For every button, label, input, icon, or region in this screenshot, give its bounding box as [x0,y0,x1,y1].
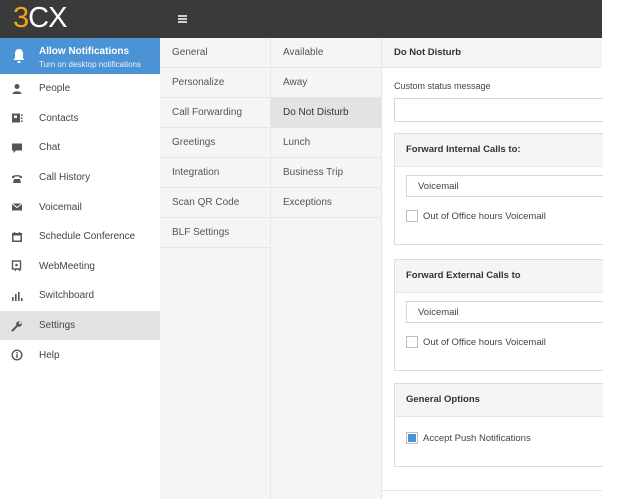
person-icon [12,83,22,94]
general-options-title: General Options [395,384,603,417]
calendar-icon [12,231,22,242]
forward-internal-panel: Forward Internal Calls to: Voicemail Out… [394,133,603,245]
page-title: Do Not Disturb [382,38,602,68]
settings-item-greetings[interactable]: Greetings [160,128,270,158]
settings-item-general[interactable]: General [160,38,270,68]
nav-item-call-history[interactable]: Call History [0,163,160,193]
top-bar: 3CX [0,0,602,38]
nav-label: Voicemail [39,201,82,213]
envelope-icon [11,203,23,211]
nav-label: Switchboard [39,290,95,302]
push-notifications-checkbox[interactable] [406,432,418,444]
contact-card-icon [12,113,23,123]
settings-item-integration[interactable]: Integration [160,158,270,188]
notifications-subtitle: Turn on desktop notifications [39,60,141,69]
custom-status-label: Custom status message [394,81,491,91]
nav-item-contacts[interactable]: Contacts [0,104,160,134]
custom-status-input[interactable] [394,98,603,122]
notifications-title: Allow Notifications [39,46,129,57]
forward-external-select[interactable]: Voicemail [406,301,603,323]
phone-icon [12,174,22,183]
status-item-business-trip[interactable]: Business Trip [271,158,381,188]
nav-item-switchboard[interactable]: Switchboard [0,281,160,311]
checkbox-fill [408,434,416,442]
info-icon [11,349,23,361]
web-meeting-icon [11,260,22,272]
nav-item-webmeeting[interactable]: WebMeeting [0,252,160,282]
status-settings-panel: Do Not Disturb Custom status message For… [382,38,603,499]
nav-item-schedule-conference[interactable]: Schedule Conference [0,222,160,252]
general-options-panel: General Options Accept Push Notification… [394,383,603,467]
nav-item-help[interactable]: Help [0,340,160,370]
status-item-available[interactable]: Available [271,38,381,68]
wrench-icon [11,320,22,332]
chat-bubble-icon [12,143,22,153]
status-item-away[interactable]: Away [271,68,381,98]
nav-label: Chat [39,142,61,154]
app-logo[interactable]: 3CX [13,3,67,33]
settings-item-blf-settings[interactable]: BLF Settings [160,218,270,248]
status-item-lunch[interactable]: Lunch [271,128,381,158]
nav-label: Contacts [39,112,79,124]
settings-item-call-forwarding[interactable]: Call Forwarding [160,98,270,128]
nav-label: Settings [39,320,76,332]
bell-icon [13,49,25,63]
nav-label: WebMeeting [39,260,95,272]
nav-label: Schedule Conference [39,231,136,243]
nav-item-chat[interactable]: Chat [0,133,160,163]
internal-out-of-office-label: Out of Office hours Voicemail [423,210,546,222]
menu-toggle-icon[interactable] [178,15,187,23]
nav-label: Help [39,349,60,361]
divider [382,490,602,491]
settings-item-scan-qr-code[interactable]: Scan QR Code [160,188,270,218]
forward-internal-select[interactable]: Voicemail [406,175,603,197]
allow-notifications-banner[interactable]: Allow Notifications Turn on desktop noti… [0,38,160,74]
push-notifications-row[interactable]: Accept Push Notifications [406,432,531,444]
status-item-do-not-disturb[interactable]: Do Not Disturb [271,98,381,128]
internal-out-of-office-row[interactable]: Out of Office hours Voicemail [406,210,546,222]
nav-item-people[interactable]: People [0,74,160,104]
nav-label: Call History [39,172,91,184]
nav-item-voicemail[interactable]: Voicemail [0,192,160,222]
settings-menu: General Personalize Call Forwarding Gree… [160,38,271,499]
nav-item-settings[interactable]: Settings [0,310,160,341]
external-out-of-office-checkbox[interactable] [406,336,418,348]
status-item-exceptions[interactable]: Exceptions [271,188,381,218]
external-out-of-office-label: Out of Office hours Voicemail [423,336,546,348]
forward-external-title: Forward External Calls to [395,260,603,293]
forward-external-panel: Forward External Calls to Voicemail Out … [394,259,603,371]
settings-item-personalize[interactable]: Personalize [160,68,270,98]
forward-internal-title: Forward Internal Calls to: [395,134,603,167]
status-menu: Available Away Do Not Disturb Lunch Busi… [271,38,382,499]
external-out-of-office-row[interactable]: Out of Office hours Voicemail [406,336,546,348]
left-nav: Allow Notifications Turn on desktop noti… [0,38,161,499]
internal-out-of-office-checkbox[interactable] [406,210,418,222]
push-notifications-label: Accept Push Notifications [423,432,531,444]
bar-chart-icon [12,291,23,301]
nav-label: People [39,83,71,95]
